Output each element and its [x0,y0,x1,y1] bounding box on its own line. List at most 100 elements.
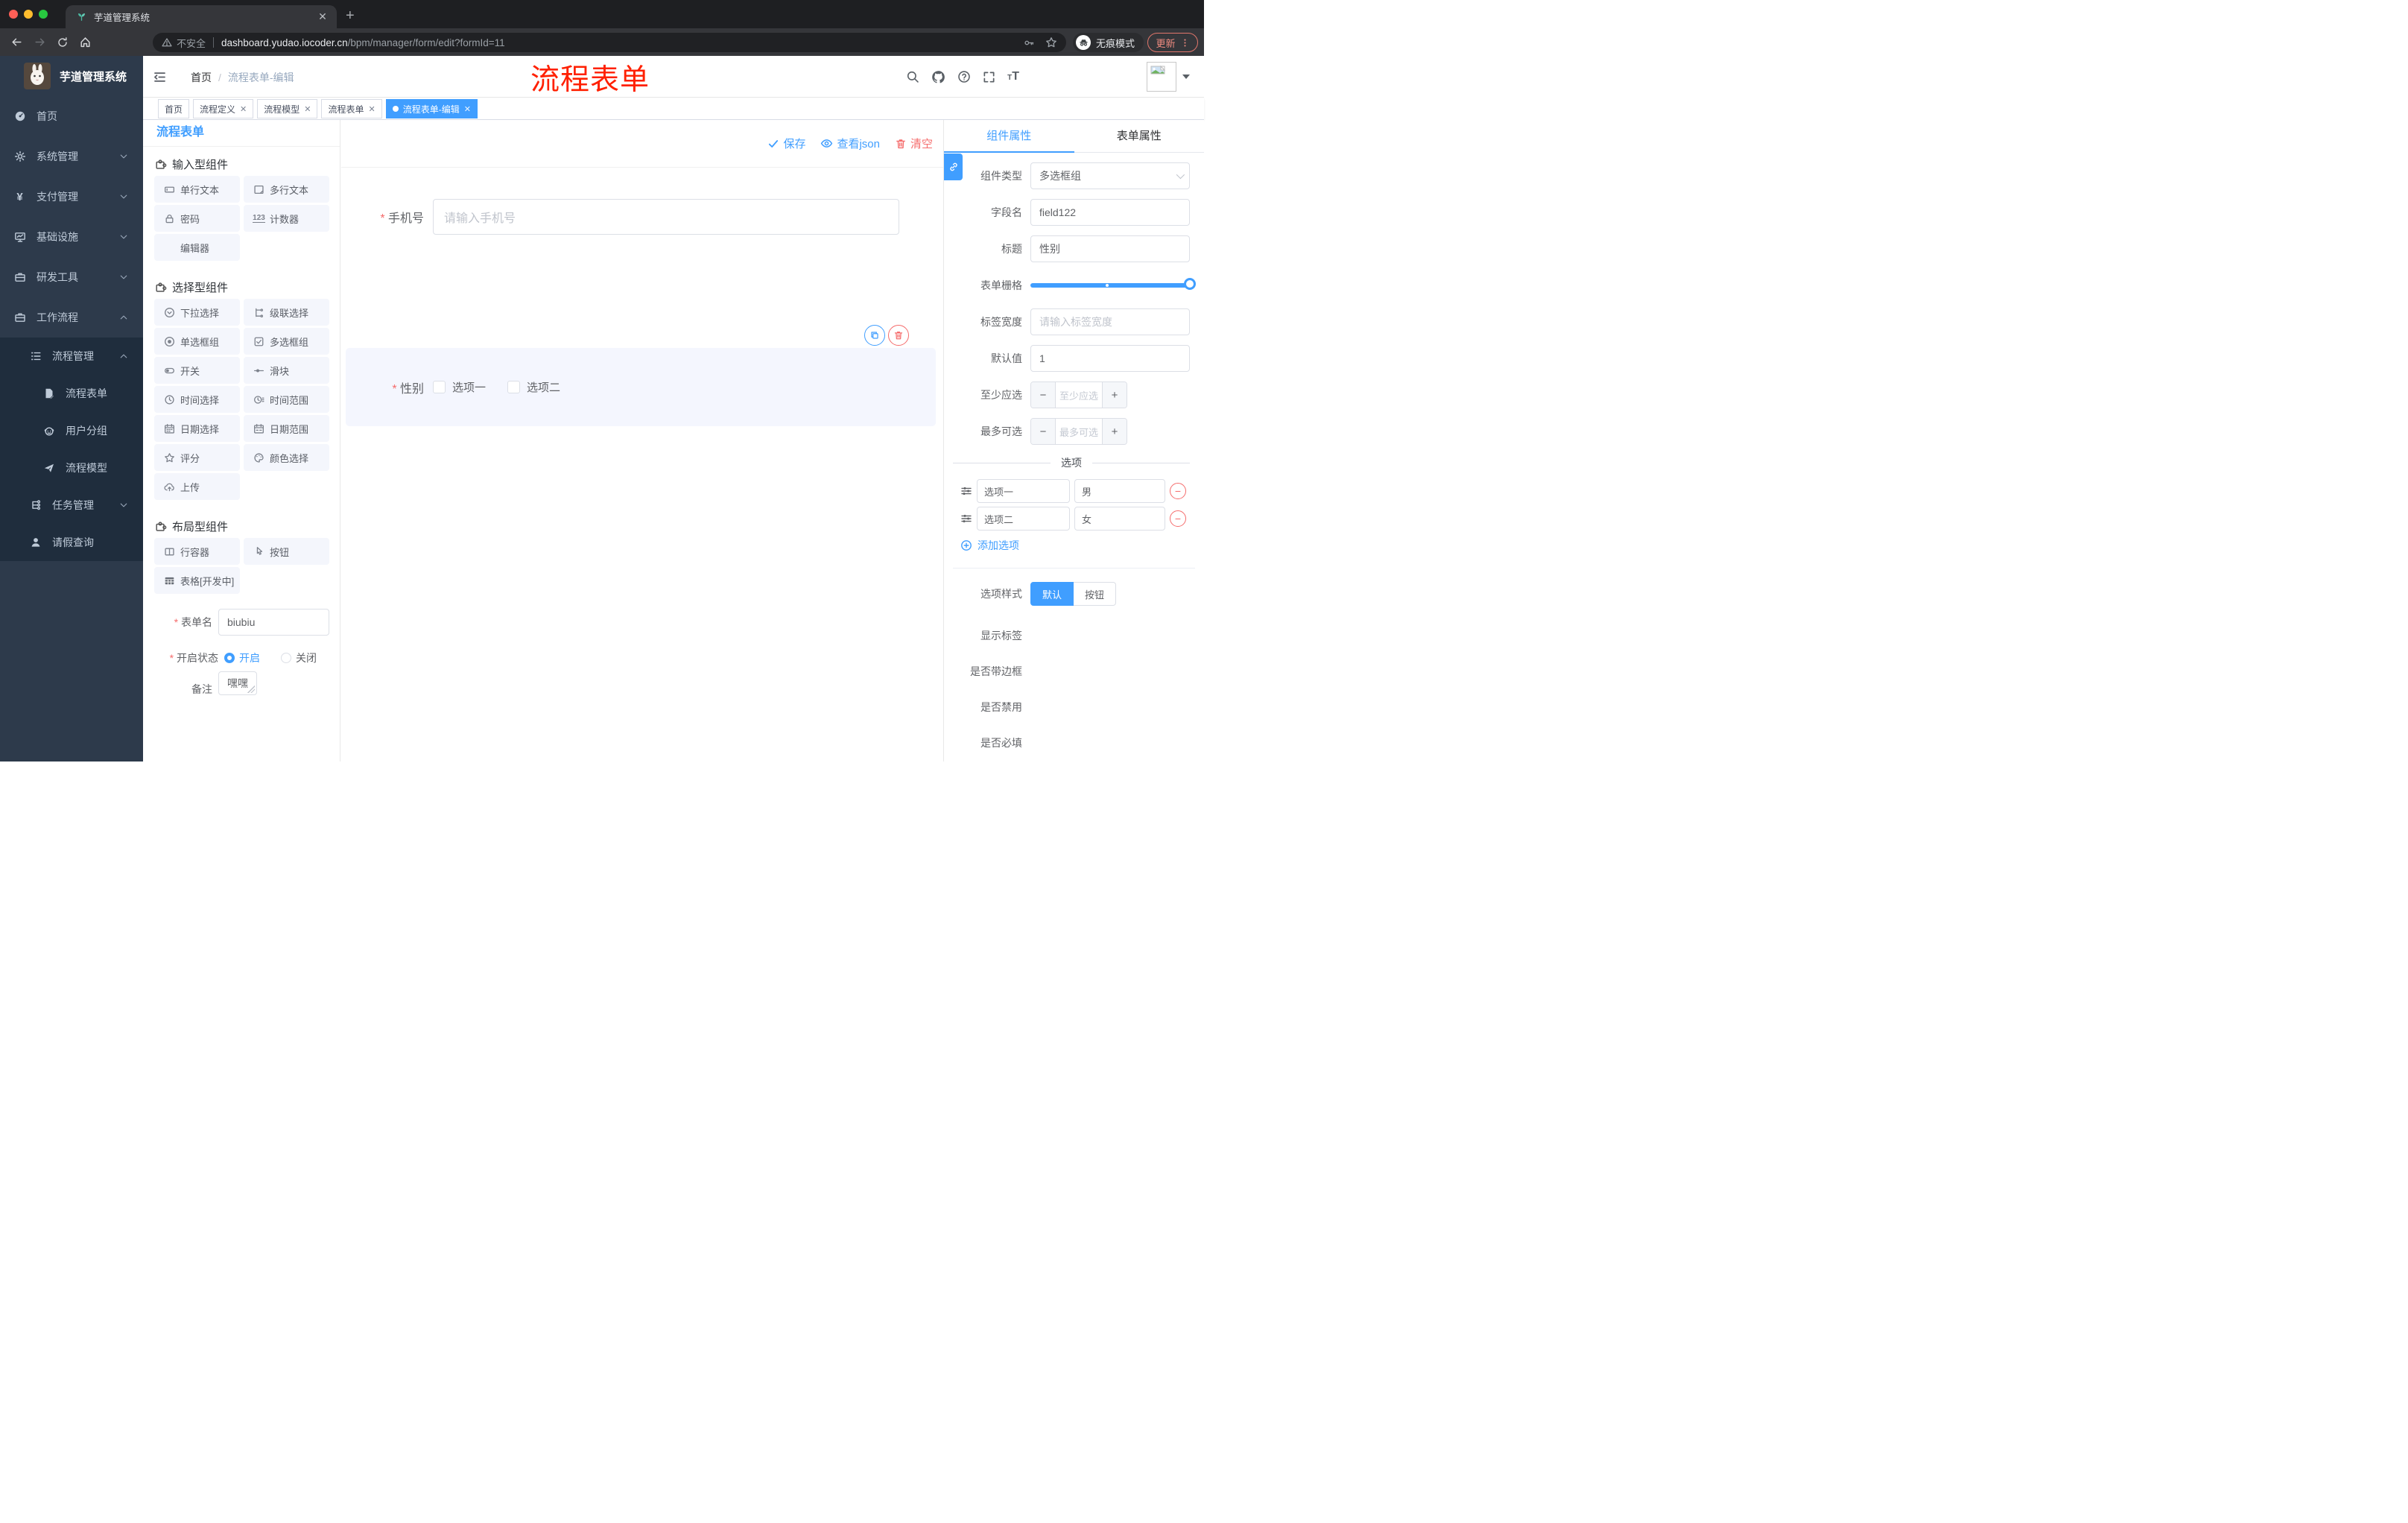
sidebar-item-首页[interactable]: 首页 [0,96,143,136]
link-handle[interactable] [944,153,963,180]
component-chip-表格[开发中][interactable]: 表格[开发中] [154,567,240,594]
tag-流程表单-编辑[interactable]: 流程表单-编辑 ✕ [385,99,478,118]
copy-component-button[interactable] [864,325,885,346]
radio-on[interactable] [224,653,235,663]
option-value-input[interactable]: 女 [1074,507,1165,531]
sidebar-item-用户分组[interactable]: 用户分组 [0,412,143,449]
url-bar[interactable]: 不安全 dashboard.yudao.iocoder.cn/bpm/manag… [153,33,1066,52]
component-chip-颜色选择[interactable]: 颜色选择 [244,444,329,471]
clear-button[interactable]: 清空 [895,136,933,151]
tab-close-icon[interactable]: ✕ [316,10,329,23]
radio-off[interactable] [281,653,291,663]
slider-handle[interactable] [1184,278,1196,290]
component-chip-下拉选择[interactable]: 下拉选择 [154,299,240,326]
label-width-input[interactable]: 请输入标签宽度 [1030,308,1190,335]
tab-form-props[interactable]: 表单属性 [1074,120,1205,153]
sidebar-item-基础设施[interactable]: 基础设施 [0,217,143,257]
remove-option-button[interactable]: − [1170,510,1186,527]
maximize-window-button[interactable] [39,10,48,19]
gender-option-选项二[interactable]: 选项二 [507,379,560,395]
title-input[interactable]: 性别 [1030,235,1190,262]
sidebar-item-请假查询[interactable]: 请假查询 [0,524,143,561]
component-chip-级联选择[interactable]: 级联选择 [244,299,329,326]
form-grid-slider[interactable] [1030,272,1196,299]
sidebar-item-任务管理[interactable]: 任务管理 [0,487,143,524]
sidebar-item-流程模型[interactable]: 流程模型 [0,449,143,487]
bookmark-star-icon[interactable] [1045,37,1057,48]
style-button-button[interactable]: 按钮 [1074,582,1117,606]
font-size-icon[interactable]: TT [1007,71,1019,83]
max-select-input[interactable]: 最多可选 [1055,419,1103,444]
component-type-select[interactable]: 多选框组 [1030,162,1190,189]
sidebar-item-系统管理[interactable]: 系统管理 [0,136,143,177]
save-button[interactable]: 保存 [767,136,805,151]
component-chip-单选框组[interactable]: 单选框组 [154,328,240,355]
default-value-input[interactable]: 1 [1030,345,1190,372]
component-chip-日期范围[interactable]: 日期范围 [244,415,329,442]
component-chip-计数器[interactable]: 123 计数器 [244,205,329,232]
search-icon[interactable] [906,70,919,83]
view-json-button[interactable]: 查看json [820,136,880,151]
tag-流程表单[interactable]: 流程表单 ✕ [321,99,382,118]
browser-tab[interactable]: 芋道管理系统 ✕ [66,5,337,28]
component-chip-时间选择[interactable]: 时间选择 [154,386,240,413]
plus-button[interactable]: + [1103,419,1127,444]
component-chip-按钮[interactable]: 按钮 [244,538,329,565]
sidebar-item-工作流程[interactable]: 工作流程 [0,297,143,338]
minimize-window-button[interactable] [24,10,33,19]
tag-close-icon[interactable]: ✕ [304,104,311,114]
gender-option-选项一[interactable]: 选项一 [433,379,486,395]
kebab-menu-icon[interactable] [1180,38,1190,48]
forward-icon[interactable] [34,36,46,48]
drag-handle-icon[interactable] [960,513,972,525]
password-key-icon[interactable] [1024,37,1035,48]
tag-close-icon[interactable]: ✕ [240,104,247,114]
checkbox-icon[interactable] [507,381,521,393]
option-name-input[interactable]: 选项一 [977,479,1070,503]
remove-option-button[interactable]: − [1170,483,1186,499]
breadcrumb-home[interactable]: 首页 [191,70,212,85]
minus-button[interactable]: − [1031,419,1055,444]
tag-流程模型[interactable]: 流程模型 ✕ [257,99,318,118]
component-chip-多行文本[interactable]: 多行文本 [244,176,329,203]
new-tab-button[interactable]: + [346,7,355,25]
plus-button[interactable]: + [1103,382,1127,408]
tag-流程定义[interactable]: 流程定义 ✕ [193,99,254,118]
phone-input[interactable]: 请输入手机号 [433,199,899,235]
reload-icon[interactable] [57,37,69,48]
resize-grip[interactable] [247,685,255,693]
home-icon[interactable] [79,36,92,48]
minus-button[interactable]: − [1031,382,1055,408]
selected-component-gender[interactable]: 性别 选项一 选项二 [346,325,936,426]
tab-component-props[interactable]: 组件属性 [944,120,1074,153]
checkbox-icon[interactable] [433,381,446,393]
component-chip-密码[interactable]: 密码 [154,205,240,232]
component-chip-上传[interactable]: 上传 [154,473,240,500]
style-default-button[interactable]: 默认 [1030,582,1074,606]
component-chip-单行文本[interactable]: 单行文本 [154,176,240,203]
tag-close-icon[interactable]: ✕ [464,104,471,114]
sidebar-item-流程管理[interactable]: 流程管理 [0,338,143,375]
tag-close-icon[interactable]: ✕ [369,104,376,114]
component-chip-多选框组[interactable]: 多选框组 [244,328,329,355]
sidebar-item-研发工具[interactable]: 研发工具 [0,257,143,297]
avatar-dropdown-caret-icon[interactable] [1182,75,1190,79]
component-chip-开关[interactable]: 开关 [154,357,240,384]
back-icon[interactable] [10,36,23,48]
github-icon[interactable] [931,70,945,84]
component-chip-滑块[interactable]: 滑块 [244,357,329,384]
component-chip-时间范围[interactable]: 时间范围 [244,386,329,413]
phone-field-row[interactable]: 手机号 请输入手机号 [341,199,943,235]
fullscreen-icon[interactable] [983,71,995,83]
close-window-button[interactable] [9,10,18,19]
remark-textarea[interactable]: 嘿嘿 [218,671,257,695]
option-value-input[interactable]: 男 [1074,479,1165,503]
tag-首页[interactable]: 首页 [158,99,190,118]
min-select-input[interactable]: 至少应选 [1055,382,1103,408]
form-name-input[interactable]: biubiu [218,609,329,636]
component-chip-编辑器[interactable]: 编辑器 [154,234,240,261]
sidebar-item-支付管理[interactable]: ¥ 支付管理 [0,177,143,217]
user-avatar[interactable] [1147,62,1176,92]
drag-handle-icon[interactable] [960,485,972,497]
sidebar-item-流程表单[interactable]: 流程表单 [0,375,143,412]
